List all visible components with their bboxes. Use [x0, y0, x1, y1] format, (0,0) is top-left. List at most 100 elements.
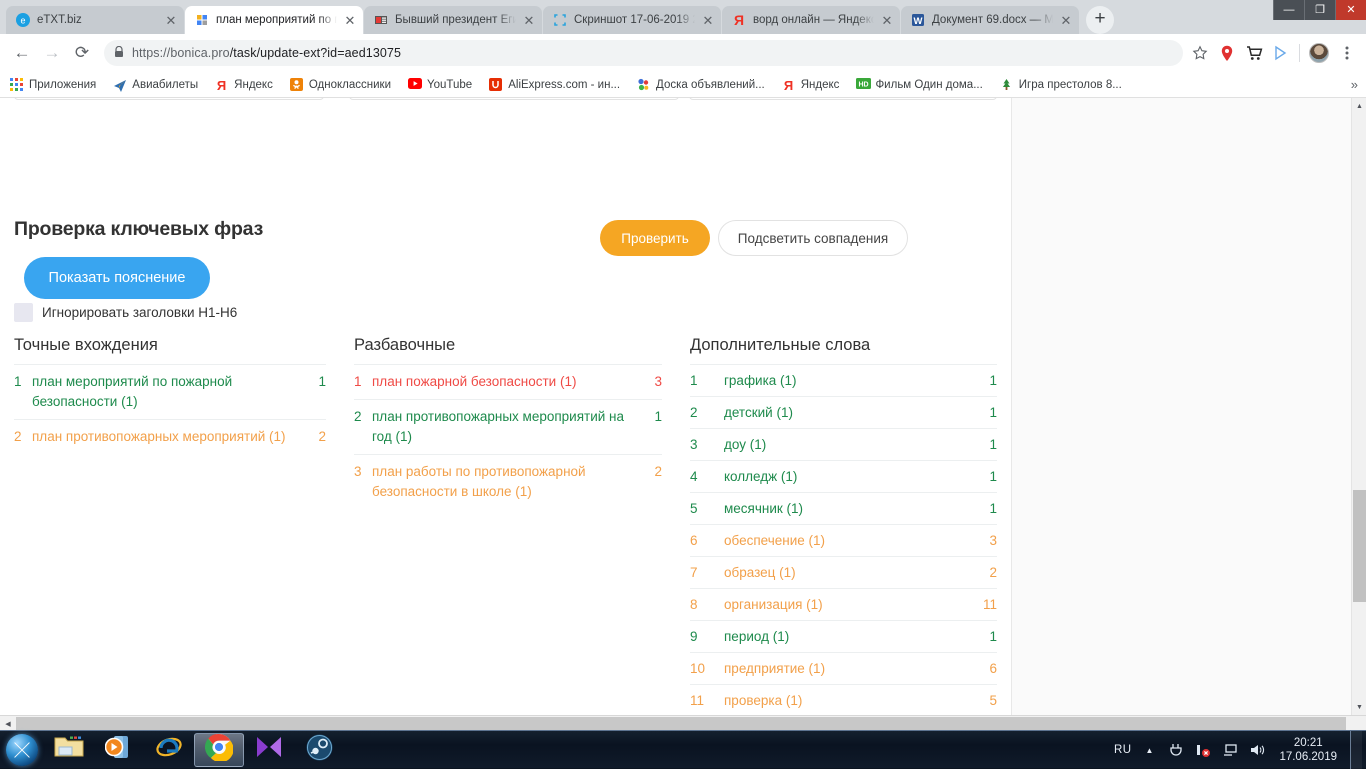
bookmark-youtube[interactable]: YouTube — [408, 77, 472, 92]
list-item[interactable]: 1 план мероприятий по пожарной безопасно… — [14, 364, 326, 419]
bookmark-aliexpress[interactable]: AliExpress.com - ин... — [489, 77, 620, 92]
bookmark-igra-prestolov[interactable]: Игра престолов 8... — [1000, 78, 1122, 92]
list-item[interactable]: 3 план работы по противопожарной безопас… — [354, 454, 662, 509]
check-button[interactable]: Проверить — [600, 220, 710, 256]
bookmark-odnoklassniki[interactable]: Одноклассники — [289, 77, 392, 92]
close-icon[interactable]: ✕ — [1059, 14, 1073, 27]
scrollbar-down-arrow[interactable]: ▼ — [1352, 699, 1366, 715]
horizontal-scrollbar[interactable]: ◀ — [0, 715, 1366, 730]
star-icon[interactable] — [1191, 44, 1209, 62]
bookmark-yandex-2[interactable]: Я Яндекс — [782, 78, 840, 93]
list-item[interactable]: 1 графика (1) 1 — [690, 364, 997, 396]
bookmark-apps[interactable]: Приложения — [10, 77, 97, 92]
window-controls: — ❐ ✕ — [1273, 0, 1366, 20]
show-desktop-button[interactable] — [1350, 731, 1362, 769]
ignore-headings-label: Игнорировать заголовки H1-H6 — [42, 305, 238, 320]
bookmarks-overflow-button[interactable]: » — [1351, 77, 1358, 92]
item-count: 1 — [989, 436, 997, 452]
list-item[interactable]: 9 период (1) 1 — [690, 620, 997, 652]
column-heading: Разбавочные — [354, 336, 456, 354]
forward-button[interactable]: → — [38, 39, 66, 67]
chrome-icon — [204, 733, 234, 766]
taskbar-item-explorer[interactable] — [44, 732, 94, 768]
browser-tab-2[interactable]: Бывший президент Егип ✕ — [364, 6, 542, 34]
url-path: /task/update-ext?id=aed13075 — [229, 46, 402, 60]
start-button[interactable] — [0, 732, 44, 768]
address-bar[interactable]: https://bonica.pro/task/update-ext?id=ae… — [104, 40, 1183, 66]
scrollbar-thumb[interactable] — [1353, 490, 1366, 602]
highlight-matches-button[interactable]: Подсветить совпадения — [718, 220, 908, 256]
keyword-textarea-exact[interactable]: // — [14, 98, 324, 100]
browser-tab-4[interactable]: Я ворд онлайн — Яндекс ✕ — [722, 6, 900, 34]
keyword-textarea-additional[interactable]: // — [689, 98, 997, 100]
ignore-headings-checkbox-row[interactable]: Игнорировать заголовки H1-H6 — [14, 303, 237, 322]
item-phrase: месячник (1) — [724, 500, 804, 516]
location-pin-icon[interactable] — [1218, 44, 1236, 62]
list-item[interactable]: 10 предприятие (1) 6 — [690, 652, 997, 684]
ignore-headings-checkbox[interactable] — [14, 303, 33, 322]
close-icon[interactable]: ✕ — [522, 14, 536, 27]
taskbar-item-media-app[interactable] — [244, 732, 294, 768]
svg-text:W: W — [914, 16, 923, 27]
windows-logo-icon — [6, 733, 38, 766]
shopping-cart-icon[interactable] — [1245, 44, 1263, 62]
taskbar-item-media-player[interactable] — [94, 732, 144, 768]
new-tab-button[interactable]: + — [1086, 6, 1114, 34]
list-item[interactable]: 2 детский (1) 1 — [690, 396, 997, 428]
list-item[interactable]: 6 обеспечение (1) 3 — [690, 524, 997, 556]
dots-colored-icon — [637, 78, 651, 92]
hscrollbar-thumb[interactable] — [16, 717, 1346, 730]
plug-icon[interactable] — [1167, 741, 1185, 759]
item-phrase: графика (1) — [724, 372, 797, 388]
list-item[interactable]: 4 колледж (1) 1 — [690, 460, 997, 492]
list-item[interactable]: 1 план пожарной безопасности (1) 3 — [354, 364, 662, 399]
avatar[interactable] — [1309, 43, 1329, 63]
monitor-icon[interactable] — [1221, 741, 1239, 759]
bookmark-aviabilety[interactable]: Авиабилеты — [113, 78, 198, 92]
keyword-textarea-diluted[interactable]: // — [349, 98, 679, 100]
taskbar-item-internet-explorer[interactable] — [144, 732, 194, 768]
list-item[interactable]: 11 проверка (1) 5 — [690, 684, 997, 715]
bookmark-yandex-1[interactable]: Я Яндекс — [215, 78, 273, 93]
show-hidden-icons-button[interactable]: ▲ — [1140, 741, 1158, 759]
back-button[interactable]: ← — [8, 39, 36, 67]
bookmark-label: Одноклассники — [308, 78, 392, 91]
close-window-button[interactable]: ✕ — [1335, 0, 1366, 20]
list-item[interactable]: 8 организация (1) 11 — [690, 588, 997, 620]
taskbar-item-chrome[interactable] — [194, 732, 244, 767]
menu-icon[interactable] — [1338, 44, 1356, 62]
browser-tab-1[interactable]: план мероприятий по п ✕ — [185, 6, 363, 34]
reload-button[interactable]: ⟳ — [68, 39, 96, 67]
clock[interactable]: 20:21 17.06.2019 — [1275, 736, 1341, 764]
bookmark-label: Приложения — [29, 78, 97, 91]
maximize-button[interactable]: ❐ — [1304, 0, 1335, 20]
close-icon[interactable]: ✕ — [880, 14, 894, 27]
show-explanation-button[interactable]: Показать пояснение — [24, 257, 210, 299]
close-icon[interactable]: ✕ — [343, 14, 357, 27]
browser-tab-5[interactable]: W Документ 69.docx — Mi ✕ — [901, 6, 1079, 34]
cast-icon[interactable] — [1272, 44, 1290, 62]
clock-time: 20:21 — [1293, 737, 1323, 749]
bookmark-doska[interactable]: Доска объявлений... — [637, 78, 765, 92]
network-error-icon[interactable] — [1194, 741, 1212, 759]
list-item[interactable]: 5 месячник (1) 1 — [690, 492, 997, 524]
list-item[interactable]: 2 план противопожарных мероприятий (1) 2 — [14, 419, 326, 454]
close-icon[interactable]: ✕ — [701, 14, 715, 27]
list-item[interactable]: 3 доу (1) 1 — [690, 428, 997, 460]
close-icon[interactable]: ✕ — [164, 14, 178, 27]
hscrollbar-left-arrow[interactable]: ◀ — [0, 716, 16, 731]
browser-tab-3[interactable]: Скриншот 17-06-2019 2 ✕ — [543, 6, 721, 34]
taskbar-item-steam[interactable] — [294, 732, 344, 768]
minimize-button[interactable]: — — [1273, 0, 1304, 20]
bookmark-film[interactable]: HD Фильм Один дома... — [856, 77, 983, 92]
scrollbar-up-arrow[interactable]: ▲ — [1352, 98, 1366, 114]
windows-colored-icon — [194, 12, 210, 28]
tab-title: ворд онлайн — Яндекс — [753, 14, 874, 26]
volume-icon[interactable] — [1248, 741, 1266, 759]
language-indicator[interactable]: RU — [1114, 744, 1131, 756]
screenshot-icon — [552, 12, 568, 28]
list-item[interactable]: 7 образец (1) 2 — [690, 556, 997, 588]
list-item[interactable]: 2 план противопожарных мероприятий на го… — [354, 399, 662, 454]
page-scrollbar[interactable]: ▲ ▼ — [1351, 98, 1366, 715]
browser-tab-0[interactable]: e eTXT.biz ✕ — [6, 6, 184, 34]
